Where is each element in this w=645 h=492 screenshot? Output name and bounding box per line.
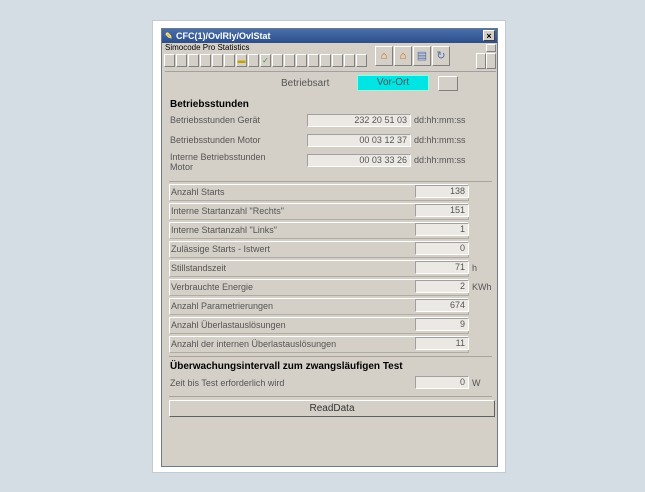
runtime-mm: 51	[384, 115, 395, 125]
stat-value: 9	[415, 318, 469, 331]
runtime-dd: 232	[354, 115, 370, 125]
pencil-icon: ✎	[165, 31, 173, 41]
runtime-field: 00 03 12 37	[307, 134, 411, 147]
stat-label: Anzahl der internen Überlastauslösungen	[171, 339, 337, 349]
stat-value: 151	[415, 204, 469, 217]
house-icon[interactable]: ⌂	[375, 46, 393, 66]
refresh-icon[interactable]: ↻	[432, 46, 450, 66]
stat-value: 11	[415, 337, 469, 350]
stat-label: Interne Startanzahl "Links"	[171, 225, 277, 235]
close-button[interactable]: ×	[483, 30, 495, 41]
readdata-button[interactable]: ReadData	[169, 400, 495, 417]
divider	[169, 181, 492, 182]
label-betriebsstunden-motor: Betriebsstunden Motor	[170, 135, 261, 145]
toolbar-button[interactable]	[296, 54, 307, 67]
check-icon[interactable]: ✓	[260, 54, 271, 67]
toolbar-button[interactable]	[356, 54, 367, 67]
mode-indicator: Vor-Ort	[357, 75, 429, 91]
divider	[169, 396, 492, 397]
stat-label: Anzahl Starts	[171, 187, 225, 197]
unit-label: dd:hh:mm:ss	[414, 115, 466, 125]
window-title: CFC(1)/OvlRly/OvlStat	[176, 31, 271, 41]
toolbar-button[interactable]	[344, 54, 355, 67]
unit-label: dd:hh:mm:ss	[414, 135, 466, 145]
runtime-hh: 20	[371, 115, 382, 125]
divider	[169, 356, 492, 357]
folder-icon[interactable]: ▬	[236, 54, 247, 67]
app-label: Simocode Pro Statistics	[165, 43, 250, 52]
stat-label: Anzahl Parametrierungen	[171, 301, 274, 311]
runtime-ss: 03	[396, 115, 407, 125]
stat-label: Interne Startanzahl "Rechts"	[171, 206, 284, 216]
stat-value: 674	[415, 299, 469, 312]
stat-label: Zulässige Starts - Istwert	[171, 244, 271, 254]
toolbar-button[interactable]	[188, 54, 199, 67]
betriebsart-label: Betriebsart	[281, 78, 330, 89]
toolbar-button[interactable]	[272, 54, 283, 67]
test-interval-value: 0	[415, 376, 469, 389]
stat-label: Anzahl Überlastauslösungen	[171, 320, 286, 330]
sidebar-button[interactable]	[476, 53, 486, 69]
toolbar-button[interactable]	[212, 54, 223, 67]
toolbar-button[interactable]	[332, 54, 343, 67]
stat-unit: KWh	[472, 282, 492, 292]
sidebar-button[interactable]	[486, 53, 496, 69]
unit-label: dd:hh:mm:ss	[414, 155, 466, 165]
runtime-mm: 12	[384, 135, 395, 145]
label-betriebsstunden-geraet: Betriebsstunden Gerät	[170, 115, 261, 125]
toolbar-button[interactable]	[284, 54, 295, 67]
faceplate-window: ✎ CFC(1)/OvlRly/OvlStat × Simocode Pro S…	[161, 28, 498, 467]
runtime-field: 00 03 33 26	[307, 154, 411, 167]
stat-value: 138	[415, 185, 469, 198]
toolbar-button[interactable]	[200, 54, 211, 67]
runtime-dd: 00	[359, 155, 370, 165]
house-arrow-icon[interactable]: ⌂	[394, 46, 412, 66]
stat-value: 0	[415, 242, 469, 255]
title-bar[interactable]: ✎ CFC(1)/OvlRly/OvlStat ×	[162, 29, 497, 43]
toolbar-button[interactable]	[308, 54, 319, 67]
mode-button[interactable]	[438, 76, 458, 91]
runtime-ss: 26	[396, 155, 407, 165]
runtime-hh: 03	[371, 135, 382, 145]
toolbar-button[interactable]	[224, 54, 235, 67]
stat-value: 1	[415, 223, 469, 236]
runtime-ss: 37	[396, 135, 407, 145]
section-title-betriebsstunden: Betriebsstunden	[170, 99, 249, 110]
runtime-hh: 03	[371, 155, 382, 165]
runtime-field: 232 20 51 03	[307, 114, 411, 127]
label-zeit-bis-test: Zeit bis Test erforderlich wird	[170, 378, 285, 388]
test-interval-unit: W	[472, 378, 481, 388]
toolbar-button[interactable]	[176, 54, 187, 67]
section-title-ueberwachungsintervall: Überwachungsintervall zum zwangsläufigen…	[170, 361, 403, 372]
toolbar-button[interactable]	[164, 54, 175, 67]
sidebar-button[interactable]	[486, 44, 496, 52]
toolbar-button[interactable]	[248, 54, 259, 67]
label-interne-betriebsstunden-motor: Interne Betriebsstunden Motor	[170, 152, 266, 172]
document-icon[interactable]: ▤	[413, 46, 431, 66]
stat-value: 71	[415, 261, 469, 274]
stat-label: Stillstandszeit	[171, 263, 227, 273]
runtime-dd: 00	[359, 135, 370, 145]
stat-value: 2	[415, 280, 469, 293]
stat-label: Verbrauchte Energie	[171, 282, 254, 292]
runtime-mm: 33	[384, 155, 395, 165]
toolbar-button[interactable]	[320, 54, 331, 67]
stat-unit: h	[472, 263, 478, 273]
content-panel: Betriebsart Vor-Ort Betriebsstunden Betr…	[165, 71, 496, 466]
